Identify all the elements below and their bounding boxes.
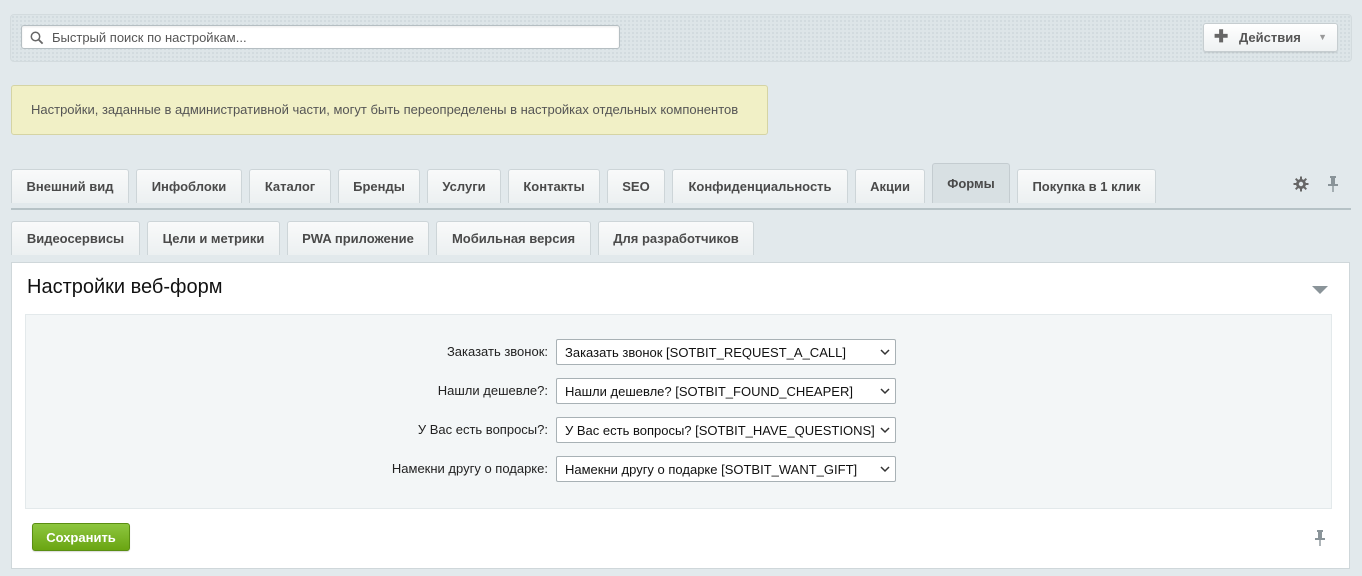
settings-panel: Настройки веб-форм Заказать звонок: Зака…	[11, 262, 1350, 569]
tab-video-services[interactable]: Видеосервисы	[11, 221, 140, 255]
plus-icon: ✚	[1214, 27, 1229, 46]
tab-mobile-version[interactable]: Мобильная версия	[436, 221, 591, 255]
request-call-select[interactable]: Заказать звонок [SOTBIT_REQUEST_A_CALL]	[556, 339, 896, 365]
tab-label: Акции	[870, 179, 910, 194]
tab-label: Видеосервисы	[26, 231, 125, 246]
form-row: Заказать звонок: Заказать звонок [SOTBIT…	[26, 339, 1331, 365]
tab-label: Контакты	[523, 179, 585, 194]
found-cheaper-select[interactable]: Нашли дешевле? [SOTBIT_FOUND_CHEAPER]	[556, 378, 896, 404]
tab-label: Бренды	[353, 179, 405, 194]
tab-promotions[interactable]: Акции	[855, 169, 925, 203]
field-label: Намекни другу о подарке:	[391, 461, 548, 476]
pin-icon[interactable]	[1326, 175, 1340, 193]
tab-one-click-buy[interactable]: Покупка в 1 клик	[1017, 169, 1156, 203]
top-toolbar: ✚ Действия ▼	[10, 14, 1352, 62]
tab-contacts[interactable]: Контакты	[508, 169, 600, 203]
select-value: Нашли дешевле? [SOTBIT_FOUND_CHEAPER]	[565, 384, 853, 399]
tab-appearance[interactable]: Внешний вид	[11, 169, 129, 203]
actions-button[interactable]: ✚ Действия ▼	[1203, 23, 1338, 52]
tab-developers[interactable]: Для разработчиков	[598, 221, 754, 255]
notice-text: Настройки, заданные в административной ч…	[31, 102, 739, 117]
form-row: У Вас есть вопросы?: У Вас есть вопросы?…	[26, 417, 1331, 443]
tab-label: Услуги	[442, 179, 486, 194]
tab-label: Формы	[947, 176, 995, 191]
tab-label: Инфоблоки	[151, 179, 227, 194]
notice-banner: Настройки, заданные в административной ч…	[11, 85, 768, 135]
tab-label: PWA приложение	[302, 231, 414, 246]
select-value: У Вас есть вопросы? [SOTBIT_HAVE_QUESTIO…	[565, 423, 875, 438]
form-row: Намекни другу о подарке: Намекни другу о…	[26, 456, 1331, 482]
form-row: Нашли дешевле?: Нашли дешевле? [SOTBIT_F…	[26, 378, 1331, 404]
tab-label: Цели и метрики	[162, 231, 265, 246]
field-label: Нашли дешевле?:	[437, 383, 548, 398]
save-button[interactable]: Сохранить	[32, 523, 130, 551]
tab-label: Мобильная версия	[451, 231, 576, 246]
field-label: Заказать звонок:	[446, 344, 548, 359]
tab-goals-metrics[interactable]: Цели и метрики	[147, 221, 280, 255]
chevron-down-icon	[880, 388, 890, 395]
tab-privacy[interactable]: Конфиденциальность	[672, 169, 848, 203]
tab-pwa-app[interactable]: PWA приложение	[287, 221, 429, 255]
have-questions-select[interactable]: У Вас есть вопросы? [SOTBIT_HAVE_QUESTIO…	[556, 417, 896, 443]
tab-label: Каталог	[264, 179, 316, 194]
search-box[interactable]	[21, 25, 620, 49]
tab-infoblocks[interactable]: Инфоблоки	[136, 169, 242, 203]
search-icon	[30, 31, 44, 45]
search-input[interactable]	[52, 26, 602, 48]
chevron-down-icon: ▼	[1318, 32, 1327, 42]
tab-label: Для разработчиков	[613, 231, 739, 246]
tab-forms[interactable]: Формы	[932, 163, 1010, 203]
select-value: Намекни другу о подарке [SOTBIT_WANT_GIF…	[565, 462, 858, 477]
panel-title: Настройки веб-форм	[27, 276, 223, 298]
chevron-down-icon	[880, 466, 890, 473]
pin-icon[interactable]	[1313, 529, 1327, 547]
field-label: У Вас есть вопросы?:	[417, 422, 548, 437]
tab-catalog[interactable]: Каталог	[249, 169, 331, 203]
chevron-down-icon	[880, 349, 890, 356]
tab-label: SEO	[622, 179, 650, 194]
form-fields-area: Заказать звонок: Заказать звонок [SOTBIT…	[25, 314, 1332, 509]
tab-label: Покупка в 1 клик	[1032, 179, 1141, 194]
want-gift-select[interactable]: Намекни другу о подарке [SOTBIT_WANT_GIF…	[556, 456, 896, 482]
select-value: Заказать звонок [SOTBIT_REQUEST_A_CALL]	[565, 345, 846, 360]
tab-label: Внешний вид	[26, 179, 114, 194]
tab-brands[interactable]: Бренды	[338, 169, 420, 203]
save-label: Сохранить	[46, 529, 116, 545]
actions-label: Действия	[1239, 30, 1301, 45]
tab-seo[interactable]: SEO	[607, 169, 665, 203]
tabs-divider	[11, 208, 1351, 210]
tab-services[interactable]: Услуги	[427, 169, 501, 203]
chevron-down-icon	[880, 427, 890, 434]
tab-label: Конфиденциальность	[688, 179, 832, 194]
gear-icon[interactable]	[1293, 176, 1309, 192]
collapse-icon[interactable]	[1311, 283, 1329, 295]
